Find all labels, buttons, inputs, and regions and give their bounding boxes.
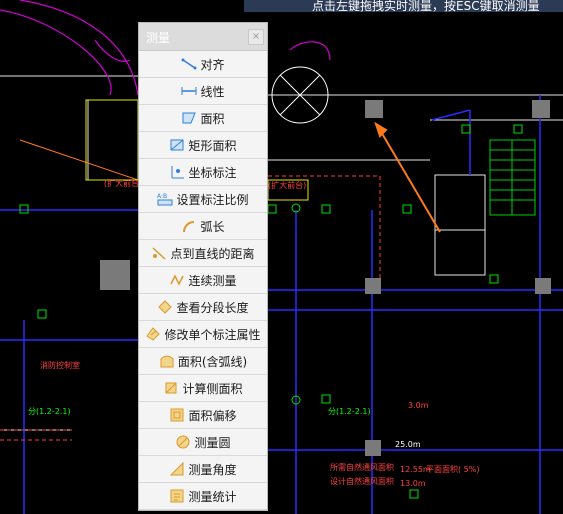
menu-item-label: 面积	[200, 111, 225, 126]
menu-item-continuous-measure[interactable]: 连续测量	[139, 267, 267, 294]
cad-ratio: 平面面积( 5%)	[426, 464, 479, 474]
menu-item-label: 线性	[200, 84, 225, 99]
panel-title: 测量	[146, 31, 171, 45]
menu-item-label: 点到直线的距离	[170, 246, 255, 261]
menu-item-arc-length[interactable]: 弧长	[139, 213, 267, 240]
menu-item-label: 对齐	[200, 57, 225, 72]
side-area-icon	[165, 382, 177, 394]
menu-item-label: 弧长	[200, 219, 225, 234]
menu-item-point-line-distance[interactable]: 点到直线的距离	[139, 240, 267, 267]
menu-item-label: 连续测量	[188, 273, 237, 288]
cad-mark-1: 分(1.2-2.1)	[28, 407, 71, 416]
linear-dimension-icon	[181, 87, 197, 95]
menu-item-label: 矩形面积	[188, 138, 237, 153]
menu-item-coordinate[interactable]: 坐标标注	[139, 159, 267, 186]
menu-item-side-area[interactable]: 计算侧面积	[139, 375, 267, 402]
coordinate-icon	[171, 166, 185, 179]
menu-item-area-offset[interactable]: 面积偏移	[139, 402, 267, 429]
cad-note-1: 所需自然通风面积	[330, 462, 394, 472]
menu-item-linear[interactable]: 线性	[139, 78, 267, 105]
continuous-measure-icon	[170, 274, 185, 286]
cad-dim-2: 25.0m	[395, 440, 421, 449]
segment-length-icon	[158, 300, 173, 314]
menu-item-label: 测量圆	[194, 435, 231, 450]
menu-item-rect-area[interactable]: 矩形面积	[139, 132, 267, 159]
cad-dim-1: 3.0m	[408, 401, 429, 410]
menu-item-label: 面积(含弧线)	[177, 354, 248, 369]
menu-item-label: 计算侧面积	[182, 381, 243, 396]
arc-length-icon	[183, 221, 195, 233]
menu-item-segment-length[interactable]: 查看分段长度	[139, 294, 267, 321]
area-icon	[182, 112, 197, 124]
menu-item-area[interactable]: 面积	[139, 105, 267, 132]
cad-mark-2: 分(1.2-2.1)	[328, 407, 371, 416]
cad-drawing-canvas[interactable]: (扩大前台 (扩大前台) 消防控制室 分(1.2-2.1) 分(1.2-2.1)…	[0, 0, 563, 514]
cad-label-control-room: 消防控制室	[40, 360, 80, 370]
arc-area-icon	[160, 355, 174, 368]
status-hint-bar: 点击左键拖拽实时测量，按ESC键取消测量	[244, 0, 563, 12]
menu-item-scale[interactable]: A:B 设置标注比例	[139, 186, 267, 213]
point-line-distance-icon	[152, 247, 166, 260]
menu-item-measure-stats[interactable]: 测量统计	[139, 483, 267, 510]
cad-label-left-room: (扩大前台	[104, 178, 139, 188]
cad-label-center-room: (扩大前台)	[268, 180, 306, 190]
svg-text:A:B: A:B	[157, 193, 167, 200]
align-icon	[181, 58, 197, 70]
menu-item-measure-circle[interactable]: 测量圆	[139, 429, 267, 456]
scale-icon: A:B	[157, 193, 173, 206]
menu-item-edit-dimension[interactable]: 修改单个标注属性	[139, 321, 267, 348]
measure-panel: 测量 × 对齐 线性 面积 矩形面积 坐标标注 A:B 设置标注比例 弧长 点到…	[138, 22, 268, 511]
cad-note-2: 设计自然通风面积	[330, 476, 394, 486]
area-offset-icon	[170, 408, 184, 422]
menu-item-label: 面积偏移	[188, 408, 237, 423]
menu-item-label: 修改单个标注属性	[164, 327, 261, 342]
close-icon[interactable]: ×	[248, 29, 264, 45]
measure-angle-icon	[170, 461, 184, 476]
menu-item-label: 查看分段长度	[176, 300, 249, 315]
edit-dimension-icon	[146, 327, 161, 341]
menu-item-label: 设置标注比例	[176, 192, 249, 207]
rect-area-icon	[170, 139, 184, 151]
menu-item-arc-area[interactable]: 面积(含弧线)	[139, 348, 267, 375]
panel-header[interactable]: 测量 ×	[139, 23, 267, 51]
menu-item-align[interactable]: 对齐	[139, 51, 267, 78]
menu-item-label: 测量角度	[188, 462, 237, 477]
measure-circle-icon	[176, 435, 190, 449]
menu-item-label: 测量统计	[188, 489, 237, 504]
menu-item-measure-angle[interactable]: 测量角度	[139, 456, 267, 483]
measure-stats-icon	[170, 489, 184, 503]
status-hint-text: 点击左键拖拽实时测量，按ESC键取消测量	[312, 0, 540, 12]
cad-val-2: 13.0m	[400, 479, 426, 488]
menu-item-label: 坐标标注	[188, 165, 237, 180]
